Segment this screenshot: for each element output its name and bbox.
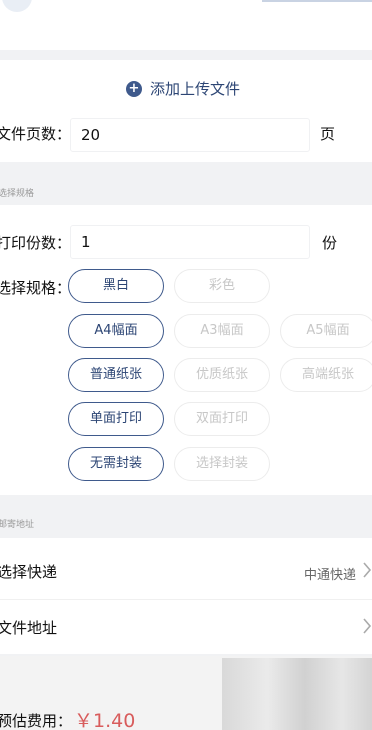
copies-unit: 份 (322, 234, 338, 252)
option-a4[interactable]: A4幅面 (68, 314, 164, 348)
copies-label: 打印份数： (0, 234, 72, 252)
option-normal-paper[interactable]: 普通纸张 (68, 358, 164, 392)
address-card: 选择快递 中通快递 文件地址 (0, 538, 372, 654)
add-file-label: 添加上传文件 (150, 80, 241, 98)
option-double-sided[interactable]: 双面打印 (174, 402, 270, 436)
option-premium-paper[interactable]: 高端纸张 (280, 358, 372, 392)
file-address-row[interactable]: 文件地址 (0, 600, 372, 656)
upload-notice-card (0, 0, 372, 50)
spec-card: 打印份数： 1 份 选择规格： 黑白 彩色 A4幅面 A3幅面 A5幅面 普通纸… (0, 205, 372, 495)
pages-unit: 页 (320, 125, 336, 143)
chevron-right-icon (363, 562, 372, 578)
option-color[interactable]: 彩色 (174, 269, 270, 303)
fee-label: 预估费用： (0, 712, 73, 730)
delivery-label: 选择快递 (0, 563, 58, 581)
pages-label: 文件页数： (0, 125, 72, 143)
delivery-row[interactable]: 选择快递 中通快递 (0, 544, 372, 600)
chevron-right-icon (363, 618, 372, 634)
delivery-value: 中通快递 (303, 568, 356, 583)
spec-label: 选择规格： (0, 279, 72, 297)
option-binding[interactable]: 选择封装 (174, 447, 270, 481)
submit-button-blurred[interactable] (222, 658, 372, 730)
pages-input[interactable]: 20 (70, 118, 310, 152)
option-quality-paper[interactable]: 优质纸张 (174, 358, 270, 392)
fee-value: ￥1.40 (74, 710, 136, 730)
avatar (2, 0, 32, 12)
footer-bar: 预估费用： ￥1.40 (0, 656, 372, 730)
address-section-title: 邮寄地址 (0, 520, 35, 530)
add-file-button[interactable]: + 添加上传文件 (126, 78, 240, 99)
option-black-white[interactable]: 黑白 (68, 269, 164, 303)
copies-input[interactable]: 1 (70, 225, 310, 259)
upload-card: + 添加上传文件 文件页数： 20 页 (0, 60, 372, 162)
option-no-binding[interactable]: 无需封装 (68, 447, 164, 481)
option-a3[interactable]: A3幅面 (174, 314, 270, 348)
file-address-label: 文件地址 (0, 619, 58, 637)
plus-circle-icon: + (126, 80, 142, 97)
option-a5[interactable]: A5幅面 (280, 314, 372, 348)
top-divider (262, 0, 372, 2)
option-single-sided[interactable]: 单面打印 (68, 402, 164, 436)
spec-section-title: 选择规格 (0, 189, 35, 199)
